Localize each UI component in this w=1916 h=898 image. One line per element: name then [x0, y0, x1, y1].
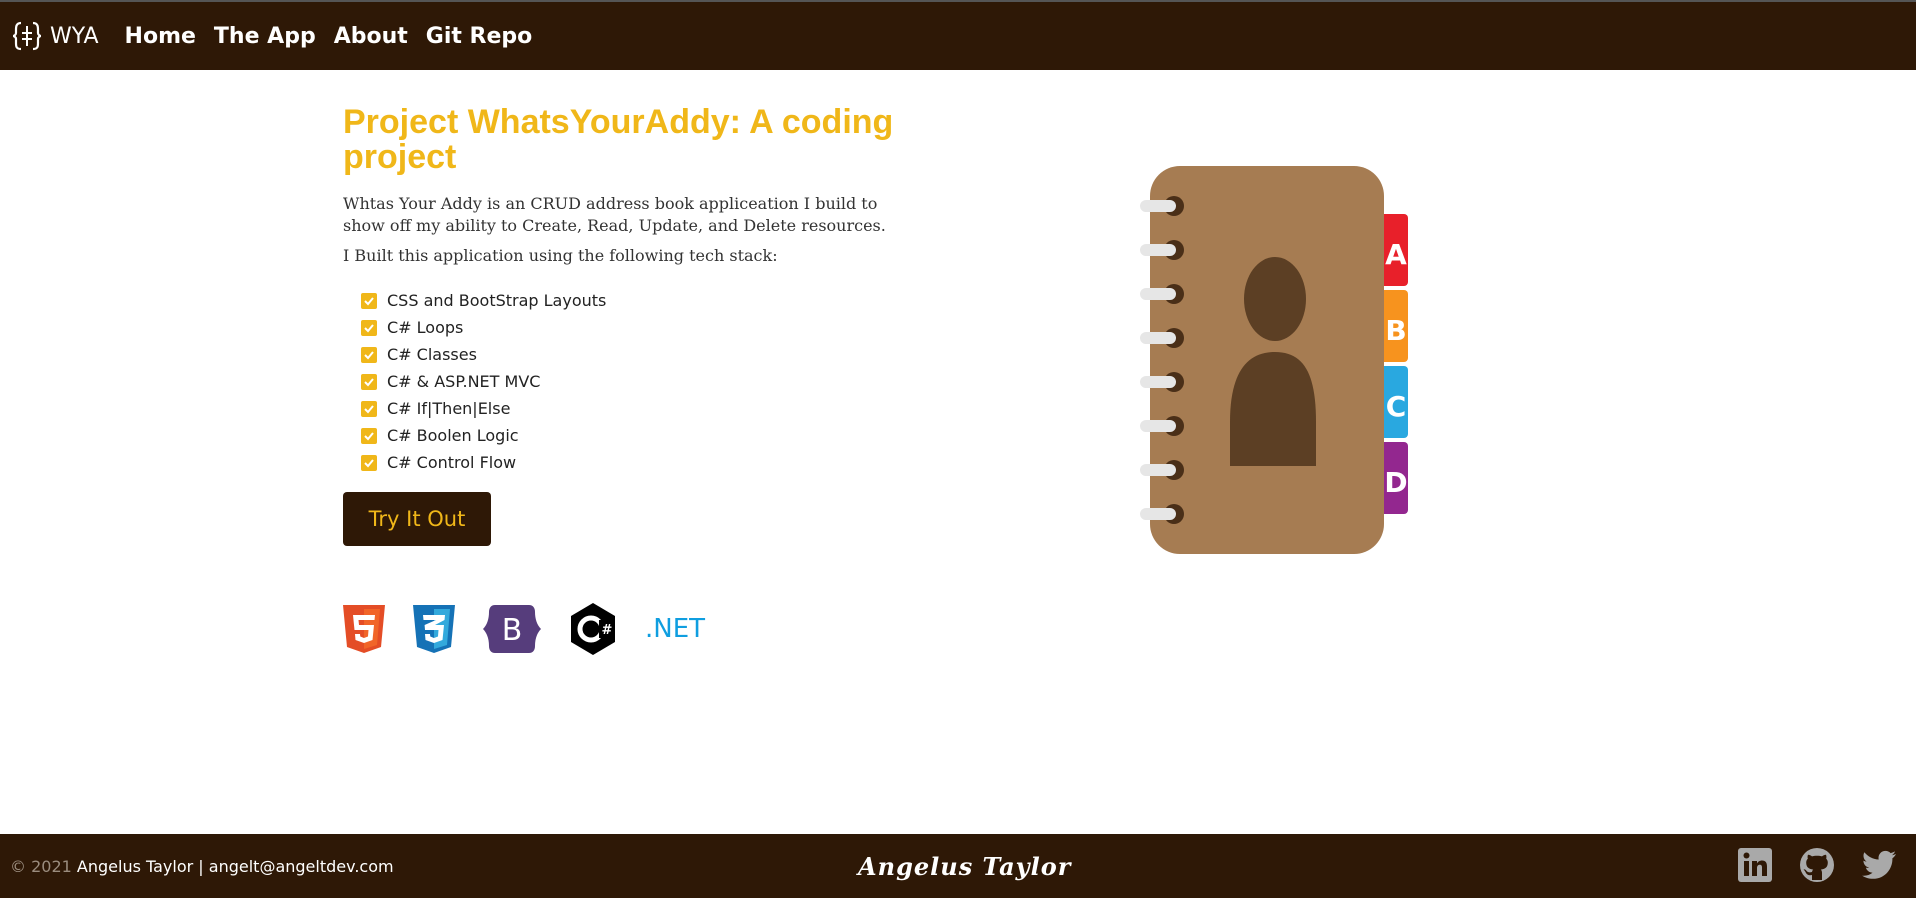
- nav-link-git-repo[interactable]: Git Repo: [426, 24, 533, 49]
- list-item: CSS and BootStrap Layouts: [361, 287, 913, 314]
- linkedin-icon[interactable]: [1736, 846, 1774, 884]
- tab-c: C: [1386, 390, 1407, 423]
- stack-item-label: C# Boolen Logic: [387, 426, 519, 445]
- tech-icons-row: B # .NET: [343, 603, 733, 655]
- css3-icon: [413, 605, 455, 653]
- tech-stack-list: CSS and BootStrap Layouts C# Loops C# Cl…: [361, 287, 913, 476]
- bracket-logo-icon: [12, 20, 42, 52]
- tab-a: A: [1385, 238, 1407, 271]
- address-book-icon: A B C D: [1140, 162, 1420, 558]
- svg-text:B: B: [502, 613, 523, 648]
- stack-item-label: C# & ASP.NET MVC: [387, 372, 541, 391]
- checkbox-checked-icon: [361, 454, 377, 471]
- list-item: C# Classes: [361, 341, 913, 368]
- checkbox-checked-icon: [361, 319, 377, 336]
- site-footer: © 2021 Angelus Taylor | angelt@angeltdev…: [0, 834, 1916, 898]
- author-info: Angelus Taylor | angelt@angeltdev.com: [76, 856, 394, 876]
- social-links: [1712, 846, 1898, 884]
- bootstrap-icon: B: [483, 605, 541, 653]
- try-it-out-button[interactable]: Try It Out: [343, 492, 491, 546]
- svg-text:#: #: [602, 623, 613, 638]
- top-navbar: WYA Home The App About Git Repo: [0, 0, 1916, 70]
- csharp-icon: #: [569, 603, 617, 655]
- tab-d: D: [1384, 466, 1407, 499]
- brand-text: WYA: [50, 23, 99, 49]
- stack-item-label: C# Classes: [387, 345, 477, 364]
- twitter-icon[interactable]: [1860, 846, 1898, 884]
- nav-links: Home The App About Git Repo: [125, 24, 551, 49]
- footer-logo: Angelus Taylor: [858, 852, 1072, 881]
- nav-link-about[interactable]: About: [334, 24, 408, 49]
- nav-link-the-app[interactable]: The App: [214, 24, 316, 49]
- brand-link[interactable]: WYA: [12, 20, 99, 52]
- nav-link-home[interactable]: Home: [125, 24, 196, 49]
- checkbox-checked-icon: [361, 373, 377, 390]
- stack-item-label: C# If|Then|Else: [387, 399, 511, 418]
- checkbox-checked-icon: [361, 400, 377, 417]
- stack-intro: I Built this application using the follo…: [343, 246, 778, 265]
- project-description: Whtas Your Addy is an CRUD address book …: [343, 194, 886, 235]
- stack-item-label: C# Control Flow: [387, 453, 517, 472]
- tab-b: B: [1385, 314, 1406, 347]
- list-item: C# Control Flow: [361, 449, 913, 476]
- main-content: Project WhatsYourAddy: A coding project …: [343, 105, 913, 546]
- checkbox-checked-icon: [361, 427, 377, 444]
- list-item: C# & ASP.NET MVC: [361, 368, 913, 395]
- stack-item-label: C# Loops: [387, 318, 464, 337]
- list-item: C# Loops: [361, 314, 913, 341]
- page-title: Project WhatsYourAddy: A coding project: [343, 103, 894, 176]
- checkbox-checked-icon: [361, 292, 377, 309]
- list-item: C# If|Then|Else: [361, 395, 913, 422]
- stack-item-label: CSS and BootStrap Layouts: [387, 291, 607, 310]
- dotnet-label: .NET: [645, 614, 706, 644]
- copyright-year: © 2021: [10, 856, 72, 876]
- copyright: © 2021 Angelus Taylor | angelt@angeltdev…: [10, 857, 394, 876]
- list-item: C# Boolen Logic: [361, 422, 913, 449]
- html5-icon: [343, 605, 385, 653]
- checkbox-checked-icon: [361, 346, 377, 363]
- github-icon[interactable]: [1798, 846, 1836, 884]
